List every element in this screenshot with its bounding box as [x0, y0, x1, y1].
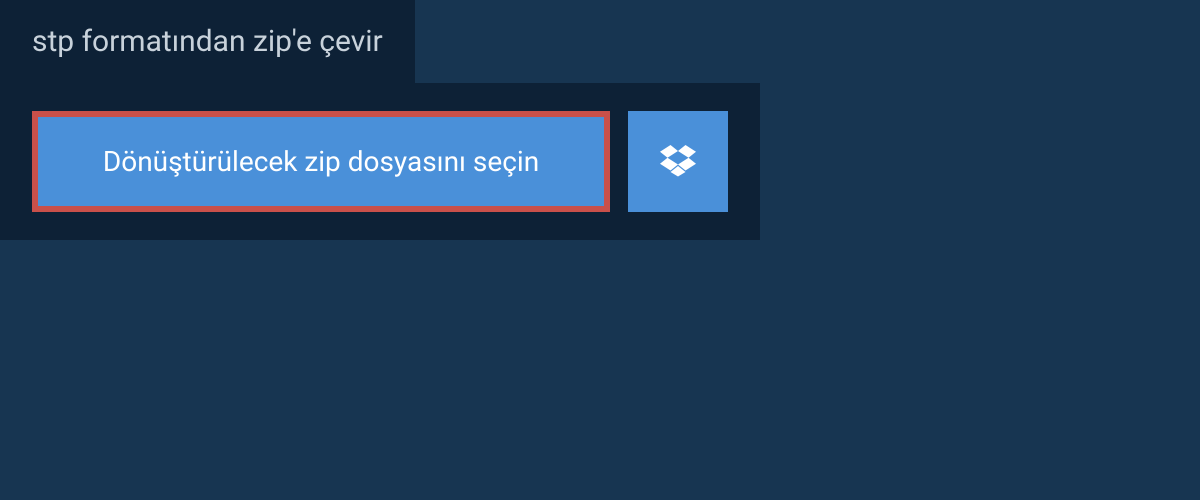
- dropbox-button[interactable]: [628, 111, 728, 212]
- file-select-panel: Dönüştürülecek zip dosyasını seçin: [0, 83, 760, 240]
- title-text: stp formatından zip'e çevir: [32, 24, 383, 59]
- select-file-button[interactable]: Dönüştürülecek zip dosyasını seçin: [32, 111, 610, 212]
- select-file-label: Dönüştürülecek zip dosyasını seçin: [103, 145, 539, 178]
- dropbox-icon: [660, 142, 696, 182]
- page-title: stp formatından zip'e çevir: [0, 0, 415, 83]
